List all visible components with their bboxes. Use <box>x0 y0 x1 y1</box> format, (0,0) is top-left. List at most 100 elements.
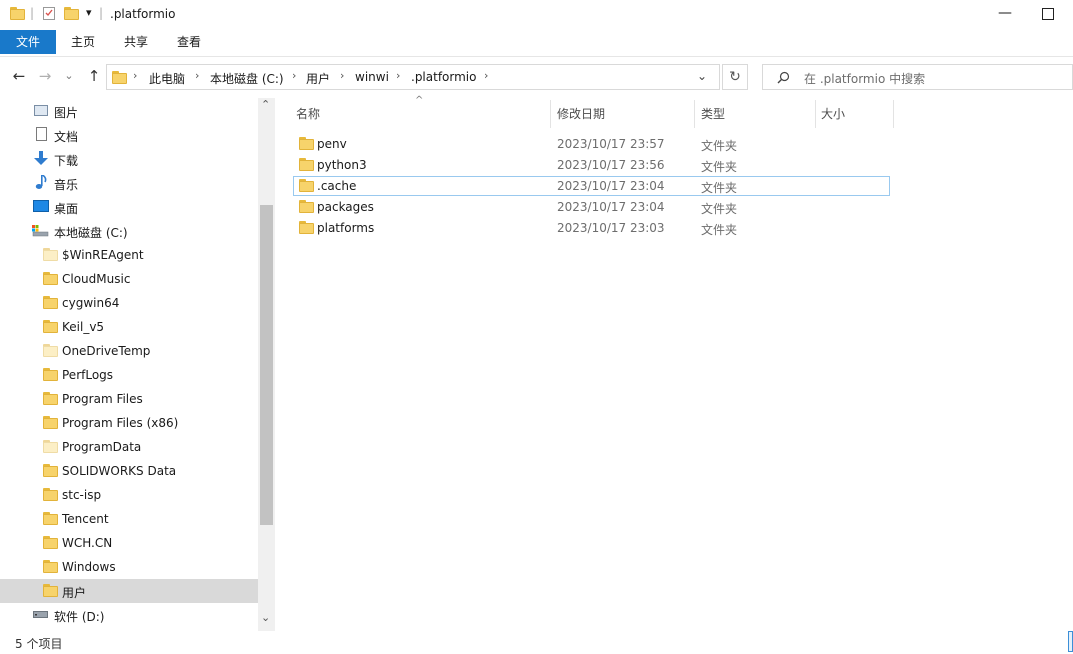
details-view-button[interactable] <box>1068 631 1073 652</box>
nav-item-label: 音乐 <box>54 178 79 192</box>
scroll-down-button[interactable]: ⌄ <box>261 611 270 624</box>
nav-folder-wch-cn[interactable]: WCH.CN <box>0 531 258 555</box>
nav-item-label: Program Files <box>62 392 143 406</box>
recent-locations-button[interactable]: ⌄ <box>63 67 75 85</box>
tab-file[interactable]: 文件 <box>0 30 56 54</box>
file-type: 文件夹 <box>701 139 738 153</box>
address-history-dropdown[interactable]: ⌄ <box>697 69 707 83</box>
new-folder-icon[interactable] <box>64 7 79 21</box>
scroll-up-button[interactable]: ⌃ <box>261 98 270 111</box>
breadcrumb-separator[interactable]: › <box>195 69 199 82</box>
folder-icon <box>43 272 58 288</box>
folder-icon <box>43 344 58 360</box>
nav-item-label: cygwin64 <box>62 296 120 310</box>
nav-item-label: Keil_v5 <box>62 320 105 334</box>
file-name: python3 <box>317 158 367 172</box>
nav-item-label: Windows <box>62 560 116 574</box>
nav-folder-stc-isp[interactable]: stc-isp <box>0 483 258 507</box>
ribbon-tabs: 文件 主页 共享 查看 <box>0 30 1073 57</box>
nav-folder-winreagent[interactable]: $WinREAgent <box>0 243 258 267</box>
file-row-platforms[interactable]: platforms 2023/10/17 23:03 文件夹 <box>293 218 890 238</box>
column-divider[interactable] <box>694 100 695 128</box>
refresh-button[interactable]: ↻ <box>722 64 748 90</box>
minimize-button[interactable]: — <box>998 6 1012 22</box>
nav-item-drive-c[interactable]: 本地磁盘 (C:) <box>0 219 258 243</box>
address-bar[interactable]: › 此电脑 › 本地磁盘 (C:) › 用户 › winwi › .platfo… <box>106 64 720 90</box>
forward-button[interactable]: → <box>36 67 54 85</box>
column-divider[interactable] <box>893 100 894 128</box>
nav-folder-program-files-x86[interactable]: Program Files (x86) <box>0 411 258 435</box>
nav-scrollbar[interactable]: ⌃ ⌄ <box>258 98 275 631</box>
back-button[interactable]: ← <box>10 67 28 85</box>
column-header-type[interactable]: 类型 <box>701 107 725 127</box>
nav-folder-onedrivetemp[interactable]: OneDriveTemp <box>0 339 258 363</box>
nav-folder-program-files[interactable]: Program Files <box>0 387 258 411</box>
tab-share[interactable]: 共享 <box>115 30 157 54</box>
scrollbar-thumb[interactable] <box>260 205 273 525</box>
breadcrumb-drive-c[interactable]: 本地磁盘 (C:) <box>210 70 284 87</box>
column-divider[interactable] <box>550 100 551 128</box>
breadcrumb-users[interactable]: 用户 <box>306 70 330 87</box>
window-title: .platformio <box>110 7 176 21</box>
nav-item-drive-d[interactable]: 软件 (D:) <box>0 603 258 627</box>
breadcrumb-winwi[interactable]: winwi <box>355 70 389 84</box>
nav-item-label: 图片 <box>54 106 79 120</box>
column-header-size[interactable]: 大小 <box>821 107 845 127</box>
folder-icon <box>43 416 58 432</box>
nav-folder-users[interactable]: 用户 <box>0 579 258 603</box>
properties-icon[interactable] <box>43 7 55 20</box>
breadcrumb-this-pc[interactable]: 此电脑 <box>149 70 185 87</box>
tab-home[interactable]: 主页 <box>62 30 104 54</box>
nav-item-documents[interactable]: 文档 <box>0 123 258 147</box>
column-divider[interactable] <box>815 100 816 128</box>
nav-item-label: 本地磁盘 (C:) <box>54 226 128 240</box>
folder-icon <box>299 200 314 216</box>
file-row-cache[interactable]: .cache 2023/10/17 23:04 文件夹 <box>293 176 890 196</box>
file-modified: 2023/10/17 23:03 <box>557 221 665 235</box>
download-icon <box>34 151 48 165</box>
nav-folder-tencent[interactable]: Tencent <box>0 507 258 531</box>
status-bar: 5 个项目 <box>0 631 1073 654</box>
nav-folder-windows[interactable]: Windows <box>0 555 258 579</box>
file-row-packages[interactable]: packages 2023/10/17 23:04 文件夹 <box>293 197 890 217</box>
column-header-modified[interactable]: 修改日期 <box>557 107 605 127</box>
nav-item-label: OneDriveTemp <box>62 344 151 358</box>
breadcrumb-platformio[interactable]: .platformio <box>411 70 476 84</box>
breadcrumb-separator[interactable]: › <box>484 69 488 82</box>
breadcrumb-separator[interactable]: › <box>396 69 400 82</box>
nav-folder-programdata[interactable]: ProgramData <box>0 435 258 459</box>
file-row-penv[interactable]: penv 2023/10/17 23:57 文件夹 <box>293 134 890 154</box>
music-icon <box>35 175 47 189</box>
nav-item-label: PerfLogs <box>62 368 114 382</box>
folder-icon <box>43 320 58 336</box>
search-box[interactable]: 在 .platformio 中搜索 <box>762 64 1073 90</box>
sort-ascending-icon: ^ <box>415 95 424 106</box>
breadcrumb-separator[interactable]: › <box>133 69 137 82</box>
nav-folder-solidworks-data[interactable]: SOLIDWORKS Data <box>0 459 258 483</box>
customize-qa-dropdown[interactable]: ▾ <box>86 6 92 19</box>
file-type: 文件夹 <box>701 223 738 237</box>
search-input[interactable]: 在 .platformio 中搜索 <box>804 70 925 87</box>
folder-icon <box>43 392 58 408</box>
nav-folder-keil[interactable]: Keil_v5 <box>0 315 258 339</box>
title-bar: | ▾ | .platformio — <box>0 0 1073 30</box>
column-header-name[interactable]: 名称 <box>296 107 320 127</box>
nav-folder-cygwin64[interactable]: cygwin64 <box>0 291 258 315</box>
nav-item-pictures[interactable]: 图片 <box>0 99 258 123</box>
documents-icon <box>36 127 47 141</box>
tab-view[interactable]: 查看 <box>168 30 210 54</box>
item-count: 5 个项目 <box>15 637 63 651</box>
nav-item-music[interactable]: 音乐 <box>0 171 258 195</box>
nav-item-desktop[interactable]: 桌面 <box>0 195 258 219</box>
up-button[interactable]: ↑ <box>85 67 103 85</box>
nav-item-label: 桌面 <box>54 202 79 216</box>
drive-d-icon <box>33 611 48 618</box>
breadcrumb-separator[interactable]: › <box>340 69 344 82</box>
file-row-python3[interactable]: python3 2023/10/17 23:56 文件夹 <box>293 155 890 175</box>
nav-item-downloads[interactable]: 下载 <box>0 147 258 171</box>
maximize-button[interactable] <box>1042 8 1054 20</box>
folder-icon <box>299 179 314 195</box>
breadcrumb-separator[interactable]: › <box>292 69 296 82</box>
nav-folder-perflogs[interactable]: PerfLogs <box>0 363 258 387</box>
nav-folder-cloudmusic[interactable]: CloudMusic <box>0 267 258 291</box>
